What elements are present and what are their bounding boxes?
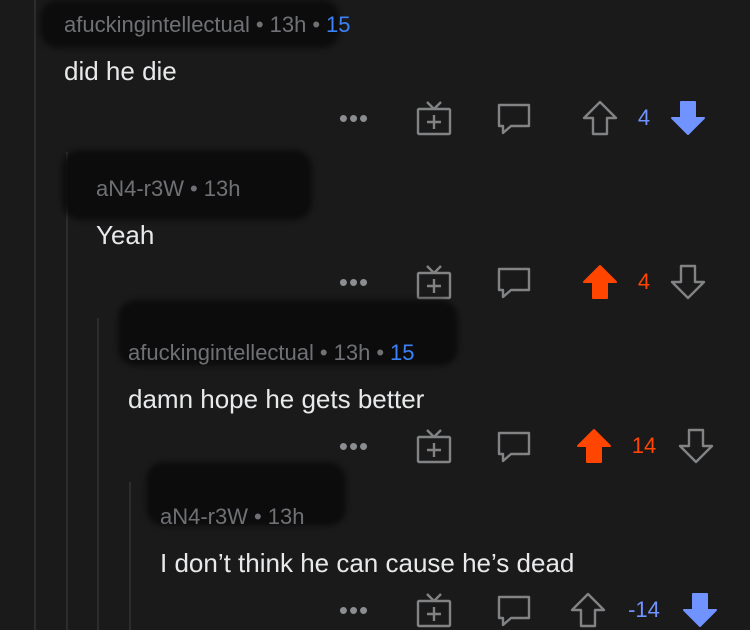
arrow-down-icon — [678, 428, 714, 464]
vote-score: 4 — [637, 269, 651, 294]
more-dots-icon: ••• — [338, 431, 370, 461]
more-dots-icon: ••• — [338, 103, 370, 133]
comment-author[interactable]: aN4-r3W — [96, 176, 184, 201]
comment-time: 13h — [269, 12, 307, 37]
more-options-button[interactable]: ••• — [334, 590, 374, 630]
upvote-button[interactable] — [580, 98, 620, 138]
vote-score: 4 — [637, 105, 651, 130]
gift-icon — [416, 101, 452, 136]
comment-actions: ••• 14 — [0, 426, 750, 466]
thread-line-level-2 — [97, 318, 99, 630]
comment-meta: afuckingintellectual • 13h • 15 — [64, 12, 351, 37]
award-button[interactable] — [414, 426, 454, 466]
upvote-button[interactable] — [568, 590, 608, 630]
speech-bubble-icon — [497, 103, 531, 135]
comment-meta: aN4-r3W • 13h — [96, 176, 241, 201]
comment-meta: afuckingintellectual • 13h • 15 — [128, 340, 415, 365]
arrow-down-icon — [670, 264, 706, 300]
comment-text: damn hope he gets better — [128, 384, 425, 414]
comment-text: I don’t think he can cause he’s dead — [160, 548, 575, 578]
more-dots-icon: ••• — [338, 267, 370, 297]
more-dots-icon: ••• — [338, 595, 370, 625]
downvote-button[interactable] — [676, 426, 716, 466]
comment-meta: aN4-r3W • 13h — [160, 504, 305, 529]
upvote-button[interactable] — [574, 426, 614, 466]
arrow-up-icon — [583, 265, 617, 299]
vote-score: -14 — [628, 597, 660, 622]
vote-score: 14 — [631, 433, 657, 458]
speech-bubble-icon — [497, 595, 531, 627]
thread-line-level-0 — [34, 0, 36, 630]
comment-text: Yeah — [96, 220, 155, 250]
more-options-button[interactable]: ••• — [334, 426, 374, 466]
award-button[interactable] — [414, 262, 454, 302]
arrow-down-icon — [671, 101, 705, 135]
award-button[interactable] — [414, 590, 454, 630]
comment-time: 13h — [203, 176, 241, 201]
reply-button[interactable] — [494, 262, 534, 302]
thread-line-level-1 — [66, 152, 68, 630]
more-options-button[interactable]: ••• — [334, 98, 374, 138]
award-count: 15 — [390, 340, 415, 365]
more-options-button[interactable]: ••• — [334, 262, 374, 302]
downvote-button[interactable] — [668, 98, 708, 138]
gift-icon — [416, 265, 452, 300]
comment-time: 13h — [333, 340, 371, 365]
speech-bubble-icon — [497, 431, 531, 463]
comment-author[interactable]: afuckingintellectual — [64, 12, 250, 37]
comment-time: 13h — [267, 504, 305, 529]
comment-author[interactable]: afuckingintellectual — [128, 340, 314, 365]
gift-icon — [416, 593, 452, 628]
reply-button[interactable] — [494, 98, 534, 138]
downvote-button[interactable] — [668, 262, 708, 302]
arrow-up-icon — [577, 429, 611, 463]
arrow-up-icon — [582, 100, 618, 136]
award-count: 15 — [326, 12, 351, 37]
speech-bubble-icon — [497, 267, 531, 299]
comment-author[interactable]: aN4-r3W — [160, 504, 248, 529]
arrow-down-icon — [683, 593, 717, 627]
comment-actions: ••• -14 — [0, 590, 750, 630]
reply-button[interactable] — [494, 426, 534, 466]
reply-button[interactable] — [494, 590, 534, 630]
upvote-button[interactable] — [580, 262, 620, 302]
arrow-up-icon — [570, 592, 606, 628]
comment-actions: ••• 4 — [0, 262, 750, 302]
gift-icon — [416, 429, 452, 464]
downvote-button[interactable] — [680, 590, 720, 630]
comment-actions: ••• 4 — [0, 98, 750, 138]
comment-text: did he die — [64, 56, 177, 86]
award-button[interactable] — [414, 98, 454, 138]
